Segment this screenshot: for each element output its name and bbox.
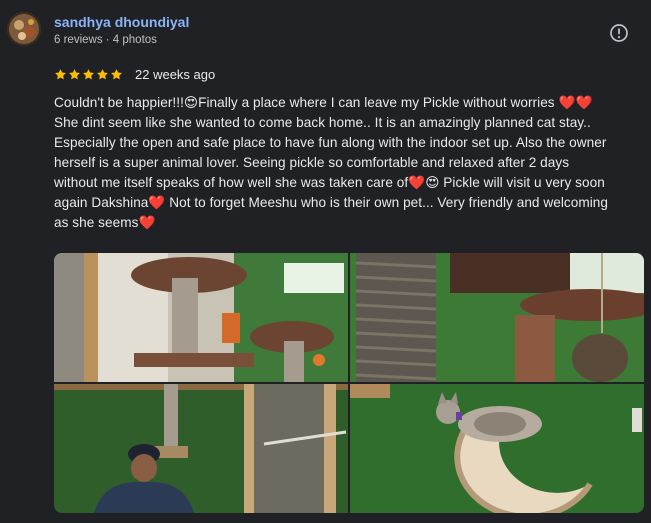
review-line: Especially the open and safe place to ha… — [54, 135, 607, 150]
photo-cat-tree-scratching-posts[interactable] — [54, 253, 348, 382]
review-time: 22 weeks ago — [135, 66, 216, 82]
reviewer-name[interactable]: sandhya dhoundiyal — [54, 14, 189, 30]
review-photos — [54, 253, 644, 513]
review-line: without me itself speaks of how well she… — [54, 175, 605, 190]
review-line: herself is a super animal lover. Seeing … — [54, 155, 570, 170]
star-icon — [55, 68, 66, 79]
review-line: Couldn't be happier!!!😍Finally a place w… — [54, 95, 593, 110]
star-icon — [69, 68, 80, 79]
star-icon — [83, 68, 94, 79]
photo-person-in-cat-enclosure[interactable] — [54, 384, 348, 513]
review-line: again Dakshina❤️ Not to forget Meeshu wh… — [54, 195, 609, 210]
reviewer-meta: 6 reviews · 4 photos — [54, 34, 157, 46]
star-icon — [97, 68, 108, 79]
review-line: She dint seem like she wanted to come ba… — [54, 115, 591, 130]
star-icon — [111, 68, 122, 79]
alert-circle-icon[interactable] — [608, 22, 630, 44]
photo-cat-on-moon-bed[interactable] — [350, 384, 644, 513]
review-line: as she seems❤️ — [54, 215, 156, 230]
photo-rope-scratching-post[interactable] — [350, 253, 644, 382]
review-text: Couldn't be happier!!!😍Finally a place w… — [54, 93, 646, 233]
star-rating — [54, 68, 123, 81]
review-header: sandhya dhoundiyal 6 reviews · 4 photos — [0, 0, 651, 60]
rating-row: 22 weeks ago — [54, 64, 215, 84]
avatar[interactable] — [7, 12, 41, 46]
